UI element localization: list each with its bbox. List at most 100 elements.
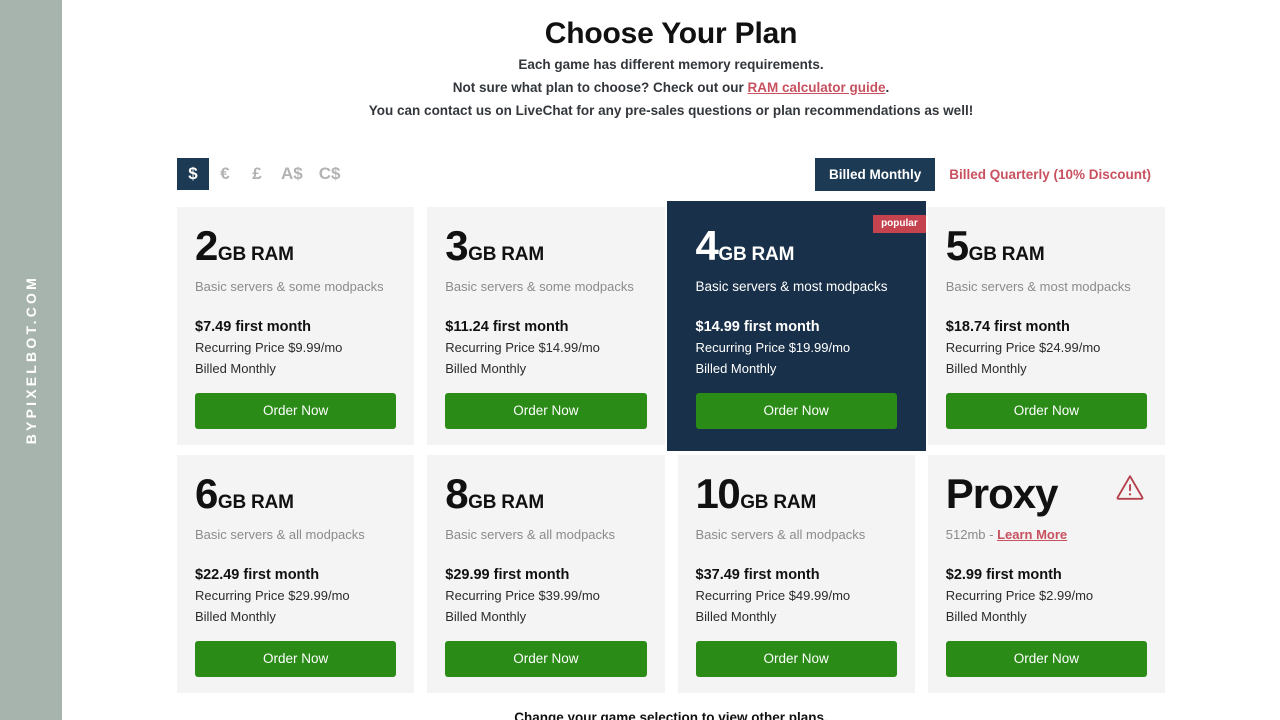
- watermark-rail: BYPIXELBOT.COM: [0, 0, 62, 720]
- order-now-button[interactable]: Order Now: [445, 393, 647, 429]
- plan-recurring-price: Recurring Price $49.99/mo: [695, 588, 851, 603]
- plan-grid: 2 GB RAM Basic servers & some modpacks $…: [177, 201, 1165, 693]
- header-line-1: Each game has different memory requireme…: [518, 57, 824, 72]
- plan-description: 512mb - Learn More: [946, 526, 1147, 543]
- plan-recurring-price: Recurring Price $29.99/mo: [195, 588, 350, 603]
- plan-ram-unit: GB RAM: [217, 244, 294, 265]
- header-line-2-suffix: .: [885, 80, 890, 95]
- plan-billing-cycle: Billed Monthly: [195, 361, 276, 376]
- order-now-button[interactable]: Order Now: [695, 641, 897, 677]
- order-now-button[interactable]: Order Now: [945, 641, 1147, 677]
- billing-quarterly-button[interactable]: Billed Quarterly (10% Discount): [935, 158, 1165, 191]
- plan-price-block: $18.74 first month Recurring Price $24.9…: [946, 295, 1147, 379]
- plan-first-month-price: $14.99 first month: [695, 319, 820, 335]
- plan-first-month-price: $2.99 first month: [945, 567, 1062, 583]
- plan-ram-number: 10: [695, 470, 741, 517]
- plan-description: Basic servers & some modpacks: [195, 279, 384, 294]
- plan-card[interactable]: 10 GB RAM Basic servers & all modpacks $…: [677, 455, 915, 693]
- plan-name: Proxy: [945, 470, 1059, 517]
- plan-title: 5 GB RAM: [946, 225, 1147, 267]
- plan-first-month-price: $37.49 first month: [695, 567, 820, 583]
- plan-billing-cycle: Billed Monthly: [945, 361, 1027, 376]
- plan-description-prefix: 512mb -: [945, 527, 998, 542]
- plan-title: 3 GB RAM: [445, 225, 646, 267]
- plan-card[interactable]: 5 GB RAM Basic servers & most modpacks $…: [927, 207, 1165, 445]
- plan-ram-unit: GB RAM: [968, 244, 1045, 265]
- currency-option-eur[interactable]: €: [209, 158, 241, 190]
- plan-ram-unit: GB RAM: [217, 492, 294, 513]
- header-line-2: Not sure what plan to choose? Check out …: [62, 77, 1280, 98]
- plan-first-month-price: $11.24 first month: [445, 319, 569, 335]
- plan-recurring-price: Recurring Price $19.99/mo: [695, 340, 851, 355]
- currency-selector: $ € £ A$ C$: [177, 158, 348, 190]
- order-now-button[interactable]: Order Now: [945, 393, 1147, 429]
- plan-recurring-price: Recurring Price $2.99/mo: [945, 588, 1094, 603]
- plan-recurring-price: Recurring Price $14.99/mo: [445, 340, 600, 355]
- plan-card[interactable]: 8 GB RAM Basic servers & all modpacks $2…: [427, 455, 665, 693]
- plan-billing-cycle: Billed Monthly: [445, 361, 527, 376]
- plan-ram-unit: GB RAM: [468, 492, 544, 513]
- order-now-button[interactable]: Order Now: [695, 393, 897, 429]
- plan-price-block: $29.99 first month Recurring Price $39.9…: [445, 543, 646, 627]
- plan-billing-cycle: Billed Monthly: [695, 361, 777, 376]
- main-content: Choose Your Plan Each game has different…: [62, 0, 1280, 720]
- plan-price-block: $22.49 first month Recurring Price $29.9…: [195, 543, 396, 627]
- plan-price-block: $11.24 first month Recurring Price $14.9…: [445, 295, 646, 379]
- watermark-label: BYPIXELBOT.COM: [23, 275, 39, 445]
- warning-triangle-icon: [1115, 473, 1145, 501]
- ram-calculator-guide-link[interactable]: RAM calculator guide: [747, 80, 885, 95]
- plan-billing-cycle: Billed Monthly: [445, 609, 527, 624]
- currency-option-usd[interactable]: $: [177, 158, 209, 190]
- plan-description: Basic servers & most modpacks: [945, 279, 1131, 294]
- billing-period-toggle: Billed Monthly Billed Quarterly (10% Dis…: [814, 157, 1165, 191]
- plan-title: 8 GB RAM: [445, 473, 646, 515]
- plan-description: Basic servers & most modpacks: [695, 279, 888, 294]
- plan-billing-cycle: Billed Monthly: [695, 609, 777, 624]
- currency-option-aud[interactable]: A$: [273, 158, 311, 190]
- plan-billing-cycle: Billed Monthly: [945, 609, 1027, 624]
- plan-ram-number: 8: [445, 470, 468, 517]
- footer-note: Change your game selection to view other…: [514, 710, 828, 720]
- plan-first-month-price: $7.49 first month: [195, 319, 312, 335]
- plan-ram-unit: GB RAM: [468, 244, 544, 265]
- order-now-button[interactable]: Order Now: [195, 641, 397, 677]
- plan-ram-unit: GB RAM: [718, 244, 795, 265]
- plan-ram-unit: GB RAM: [740, 492, 817, 513]
- plan-price-block: $7.49 first month Recurring Price $9.99/…: [195, 295, 396, 379]
- plan-ram-number: 5: [945, 222, 969, 269]
- order-now-button[interactable]: Order Now: [445, 641, 647, 677]
- plan-description: Basic servers & all modpacks: [695, 527, 866, 542]
- plan-price-block: $37.49 first month Recurring Price $49.9…: [696, 543, 897, 627]
- learn-more-link[interactable]: Learn More: [997, 527, 1067, 542]
- plan-title: 2 GB RAM: [195, 225, 396, 267]
- plan-card[interactable]: 6 GB RAM Basic servers & all modpacks $2…: [177, 455, 415, 693]
- plan-ram-number: 3: [445, 222, 468, 269]
- currency-option-gbp[interactable]: £: [241, 158, 273, 190]
- plan-description: Basic servers & all modpacks: [445, 527, 616, 542]
- billing-monthly-button[interactable]: Billed Monthly: [814, 157, 936, 191]
- order-now-button[interactable]: Order Now: [195, 393, 397, 429]
- plan-first-month-price: $18.74 first month: [945, 319, 1070, 335]
- page-header: Choose Your Plan Each game has different…: [62, 0, 1280, 121]
- plan-ram-number: 2: [195, 222, 218, 269]
- plan-first-month-price: $22.49 first month: [195, 567, 320, 583]
- pricing-page: BYPIXELBOT.COM Choose Your Plan Each gam…: [0, 0, 1280, 720]
- plan-card[interactable]: 2 GB RAM Basic servers & some modpacks $…: [177, 207, 415, 445]
- plan-title: 6 GB RAM: [195, 473, 396, 515]
- plan-card[interactable]: 3 GB RAM Basic servers & some modpacks $…: [427, 207, 665, 445]
- plan-recurring-price: Recurring Price $9.99/mo: [195, 340, 343, 355]
- plan-price-block: $14.99 first month Recurring Price $19.9…: [696, 295, 897, 379]
- plan-billing-cycle: Billed Monthly: [195, 609, 276, 624]
- plan-recurring-price: Recurring Price $39.99/mo: [445, 588, 600, 603]
- plan-title: 4 GB RAM: [696, 225, 897, 267]
- header-line-2-prefix: Not sure what plan to choose? Check out …: [452, 80, 748, 95]
- popular-badge: popular: [873, 215, 926, 233]
- plan-card-featured[interactable]: popular 4 GB RAM Basic servers & most mo…: [666, 201, 926, 451]
- plan-ram-number: 6: [195, 470, 218, 517]
- plan-description: Basic servers & some modpacks: [445, 279, 634, 294]
- currency-option-cad[interactable]: C$: [311, 158, 349, 190]
- plan-title: 10 GB RAM: [696, 473, 897, 515]
- plan-card-proxy[interactable]: Proxy 512mb - Learn More $2.99 first mon…: [927, 455, 1165, 693]
- page-title: Choose Your Plan: [544, 17, 798, 50]
- plan-first-month-price: $29.99 first month: [445, 567, 570, 583]
